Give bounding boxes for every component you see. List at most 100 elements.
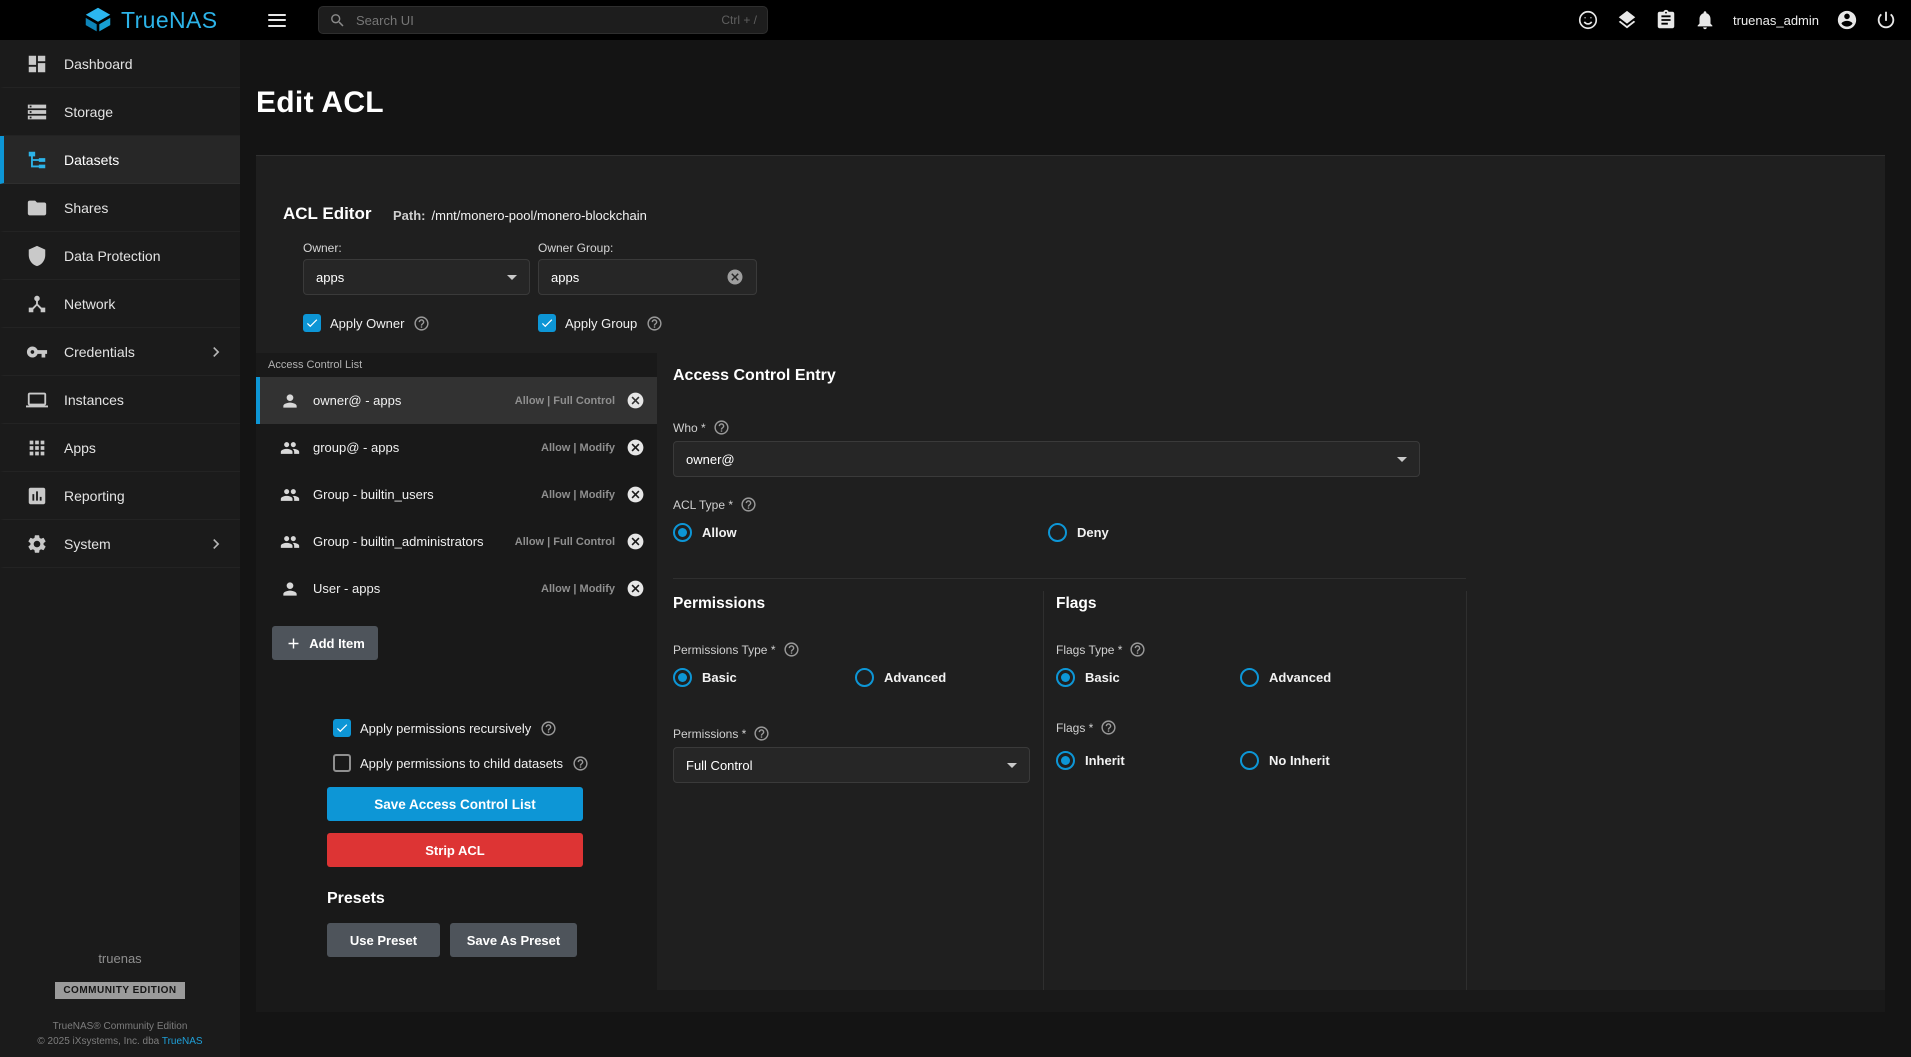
global-search[interactable]: Ctrl + / [318,6,768,34]
acl-entry-group[interactable]: group@ - apps Allow | Modify [256,424,657,471]
help-icon[interactable] [540,720,557,737]
acl-entry-builtin-administrators[interactable]: Group - builtin_administrators Allow | F… [256,518,657,565]
hamburger-menu-icon[interactable] [262,4,292,36]
apply-to-child-datasets-checkbox[interactable]: Apply permissions to child datasets [333,754,589,772]
acl-type-label: ACL Type * [673,496,757,513]
delete-entry-icon[interactable] [626,579,645,598]
datasets-tree-icon [26,149,48,171]
acl-entry-owner[interactable]: owner@ - apps Allow | Full Control [256,377,657,424]
sidebar-item-credentials[interactable]: Credentials [0,328,240,376]
permissions-type-advanced-radio[interactable]: Advanced [855,668,946,687]
sidebar-item-datasets[interactable]: Datasets [0,136,240,184]
acl-type-allow-radio[interactable]: Allow [673,523,737,542]
truenas-logo[interactable]: TrueNAS [0,6,240,34]
apply-recursively-checkbox[interactable]: Apply permissions recursively [333,719,557,737]
save-acl-button[interactable]: Save Access Control List [327,787,583,821]
shares-folder-icon [26,197,48,219]
feedback-smiley-icon[interactable] [1577,9,1599,31]
sidebar-item-dashboard[interactable]: Dashboard [0,40,240,88]
radio-unselected-icon [1048,523,1067,542]
chevron-down-icon [507,275,517,280]
help-icon[interactable] [753,725,770,742]
flags-inherit-radio[interactable]: Inherit [1056,751,1125,770]
dataset-path: Path:/mnt/monero-pool/monero-blockchain [393,208,647,223]
checkbox-checked-icon [303,314,321,332]
sidebar-item-data-protection[interactable]: Data Protection [0,232,240,280]
flags-type-basic-radio[interactable]: Basic [1056,668,1120,687]
copyright-line: © 2025 iXsystems, Inc. dba TrueNAS [0,1036,240,1047]
sidebar-footer: truenas COMMUNITY EDITION TrueNAS® Commu… [0,951,240,1047]
flags-type-label: Flags Type * [1056,641,1146,658]
logged-in-username: truenas_admin [1733,13,1819,28]
permissions-select[interactable]: Full Control [673,747,1030,783]
card-footer-strip [256,990,1885,1012]
acl-entries: owner@ - apps Allow | Full Control group… [256,377,657,612]
flags-type-advanced-radio[interactable]: Advanced [1240,668,1331,687]
acl-entry-builtin-users[interactable]: Group - builtin_users Allow | Modify [256,471,657,518]
help-icon[interactable] [572,755,589,772]
group-icon [280,532,300,552]
owner-label: Owner: [303,241,342,255]
ace-heading: Access Control Entry [673,367,836,385]
sidebar-item-instances[interactable]: Instances [0,376,240,424]
delete-entry-icon[interactable] [626,438,645,457]
help-icon[interactable] [413,315,430,332]
help-icon[interactable] [1129,641,1146,658]
add-item-button[interactable]: Add Item [272,626,378,660]
flags-heading: Flags [1056,595,1096,613]
sidebar-item-shares[interactable]: Shares [0,184,240,232]
layers-icon[interactable] [1616,9,1638,31]
sidebar-item-network[interactable]: Network [0,280,240,328]
apply-group-checkbox[interactable]: Apply Group [538,314,663,332]
owner-select[interactable]: apps [303,259,530,295]
sidebar-item-storage[interactable]: Storage [0,88,240,136]
owner-group-select[interactable]: apps [538,259,757,295]
hostname: truenas [0,951,240,966]
truenas-link[interactable]: TrueNAS [162,1036,203,1047]
help-icon[interactable] [713,419,730,436]
notifications-bell-icon[interactable] [1694,9,1716,31]
help-icon[interactable] [783,641,800,658]
permissions-type-basic-radio[interactable]: Basic [673,668,737,687]
who-select[interactable]: owner@ [673,441,1420,477]
sidebar-item-system[interactable]: System [0,520,240,568]
checkbox-unchecked-icon [333,754,351,772]
page-title: Edit ACL [256,86,384,120]
reporting-chart-icon [26,485,48,507]
acl-type-deny-radio[interactable]: Deny [1048,523,1109,542]
instances-computer-icon [26,389,48,411]
app-root: TrueNAS Ctrl + / truenas_admin [0,0,1911,1057]
clear-owner-group-icon[interactable] [726,268,744,286]
group-icon [280,438,300,458]
jobs-clipboard-icon[interactable] [1655,9,1677,31]
owner-group-label: Owner Group: [538,241,613,255]
sidebar-item-reporting[interactable]: Reporting [0,472,240,520]
chevron-right-icon [206,534,226,554]
strip-acl-button[interactable]: Strip ACL [327,833,583,867]
user-avatar-icon[interactable] [1836,9,1858,31]
flags-no-inherit-radio[interactable]: No Inherit [1240,751,1330,770]
sidebar-item-apps[interactable]: Apps [0,424,240,472]
save-as-preset-button[interactable]: Save As Preset [450,923,577,957]
delete-entry-icon[interactable] [626,391,645,410]
use-preset-button[interactable]: Use Preset [327,923,440,957]
radio-selected-icon [1056,751,1075,770]
who-label: Who * [673,419,730,436]
radio-unselected-icon [1240,751,1259,770]
radio-selected-icon [673,523,692,542]
help-icon[interactable] [740,496,757,513]
divider [1466,591,1467,990]
apply-owner-checkbox[interactable]: Apply Owner [303,314,430,332]
search-icon [329,12,346,29]
delete-entry-icon[interactable] [626,532,645,551]
power-icon[interactable] [1875,9,1897,31]
edition-line: TrueNAS® Community Edition [0,1021,240,1032]
search-input[interactable] [354,12,713,29]
person-icon [280,391,300,411]
help-icon[interactable] [1100,719,1117,736]
help-icon[interactable] [646,315,663,332]
acl-entry-user-apps[interactable]: User - apps Allow | Modify [256,565,657,612]
radio-unselected-icon [1240,668,1259,687]
person-icon [280,579,300,599]
delete-entry-icon[interactable] [626,485,645,504]
